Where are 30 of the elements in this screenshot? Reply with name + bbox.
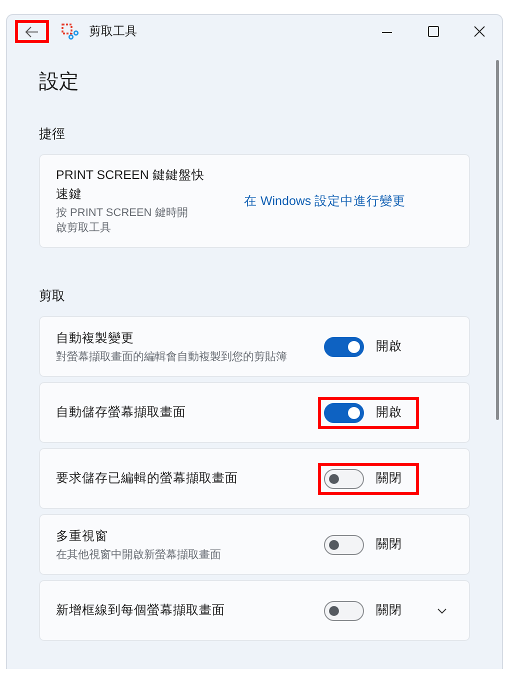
setting-title: PRINT SCREEN 鍵鍵盤快速鍵: [56, 167, 206, 203]
toggle-switch[interactable]: [324, 534, 364, 554]
section-title: 捷徑: [39, 125, 66, 143]
toggle-switch[interactable]: [324, 336, 364, 356]
toggle-state-label: 開啟: [376, 338, 402, 355]
window-title: 剪取工具: [89, 23, 137, 40]
close-icon: [474, 26, 484, 37]
setting-description: 對螢幕擷取畫面的編輯會自動複製到您的剪貼簿: [56, 350, 288, 364]
toggle-switch[interactable]: [324, 468, 364, 488]
setting-title: 自動複製變更: [56, 330, 135, 346]
toggle-state-label: 關閉: [376, 470, 402, 487]
toggle-switch[interactable]: [324, 600, 364, 620]
setting-title: 新增框線到每個螢幕擷取畫面: [56, 602, 226, 619]
setting-title: 多重視窗: [56, 528, 109, 544]
toggle-state-label: 開啟: [376, 404, 402, 421]
toggle-switch[interactable]: [324, 402, 364, 422]
back-arrow-icon: [25, 26, 39, 38]
toggle-state-label: 關閉: [376, 602, 402, 619]
section-title: 剪取: [39, 287, 66, 305]
setting-title: 要求儲存已編輯的螢幕擷取畫面: [56, 470, 239, 487]
app-icon: [61, 22, 79, 40]
toggle-state-label: 關閉: [376, 536, 402, 553]
scrollbar[interactable]: [496, 60, 499, 420]
setting-title: 自動儲存螢幕擷取畫面: [56, 404, 187, 421]
page-heading: 設定: [39, 70, 80, 95]
maximize-icon: [428, 26, 438, 37]
setting-description: 按 PRINT SCREEN 鍵時開啟剪取工具: [56, 206, 189, 236]
settings-link[interactable]: 在 Windows 設定中進行變更: [244, 192, 406, 210]
setting-description: 在其他視窗中開啟新螢幕擷取畫面: [56, 548, 222, 562]
back-button[interactable]: [15, 20, 49, 43]
